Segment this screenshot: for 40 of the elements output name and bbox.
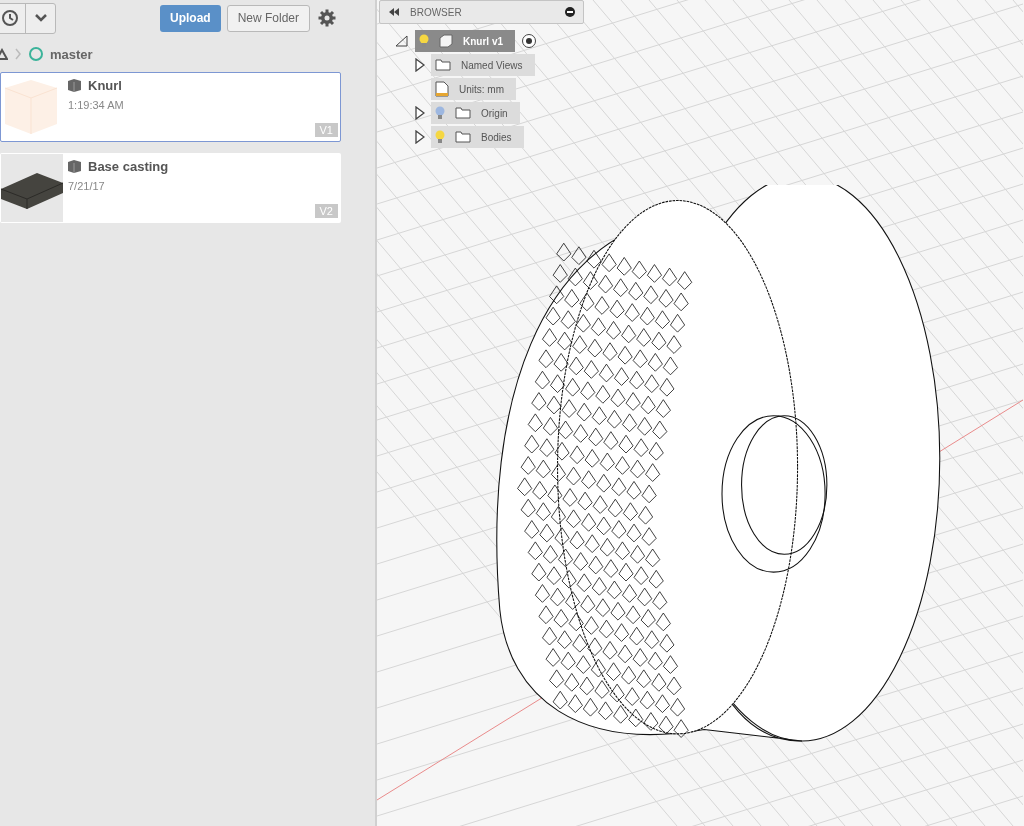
document-ruler-icon (435, 81, 449, 97)
file-name: Base casting (88, 159, 169, 174)
new-folder-button[interactable]: New Folder (226, 4, 311, 32)
minimize-icon[interactable] (565, 7, 575, 17)
viewport-canvas[interactable]: BROWSER Knurl v1 Named Views Units: mm Origin Bodies (377, 0, 1024, 826)
folder-icon (455, 107, 471, 119)
tree-node[interactable]: Named Views (431, 54, 535, 76)
component-icon (67, 159, 82, 174)
upload-button[interactable]: Upload (160, 4, 221, 32)
caret-icon (33, 13, 48, 23)
component-icon (439, 34, 453, 48)
folder-icon (455, 131, 471, 143)
node-label: Bodies (481, 131, 512, 143)
component-icon (67, 78, 82, 93)
expand-triangle-icon[interactable] (415, 58, 425, 72)
tree-node[interactable]: Bodies (431, 126, 524, 148)
file-name: Knurl (88, 78, 122, 93)
tree-node[interactable]: Origin (431, 102, 520, 124)
chevron-icon (14, 48, 22, 60)
browser-title: BROWSER (410, 6, 463, 18)
tree-node[interactable]: Units: mm (431, 78, 516, 100)
node-label: Origin (481, 107, 508, 119)
branch-name[interactable]: master (50, 46, 93, 62)
file-date: 7/21/17 (68, 180, 106, 192)
expand-triangle-icon[interactable] (415, 130, 425, 144)
node-label: Knurl v1 (463, 35, 503, 47)
expand-triangle-icon[interactable] (415, 106, 425, 120)
clock-icon (0, 8, 20, 28)
node-label: Units: mm (459, 83, 504, 95)
collapse-icon[interactable] (388, 8, 400, 16)
lightbulb-icon[interactable] (435, 130, 445, 144)
branch-circle-icon (28, 46, 44, 62)
tree-node[interactable]: Knurl v1 (415, 30, 515, 52)
file-date: 1:19:34 AM (68, 99, 124, 111)
radio-icon[interactable] (521, 33, 537, 49)
lightbulb-icon[interactable] (435, 106, 445, 120)
expanded-triangle-icon[interactable] (395, 35, 409, 47)
node-label: Named Views (461, 59, 523, 71)
folder-icon (435, 59, 451, 71)
settings-icon[interactable] (318, 9, 337, 27)
